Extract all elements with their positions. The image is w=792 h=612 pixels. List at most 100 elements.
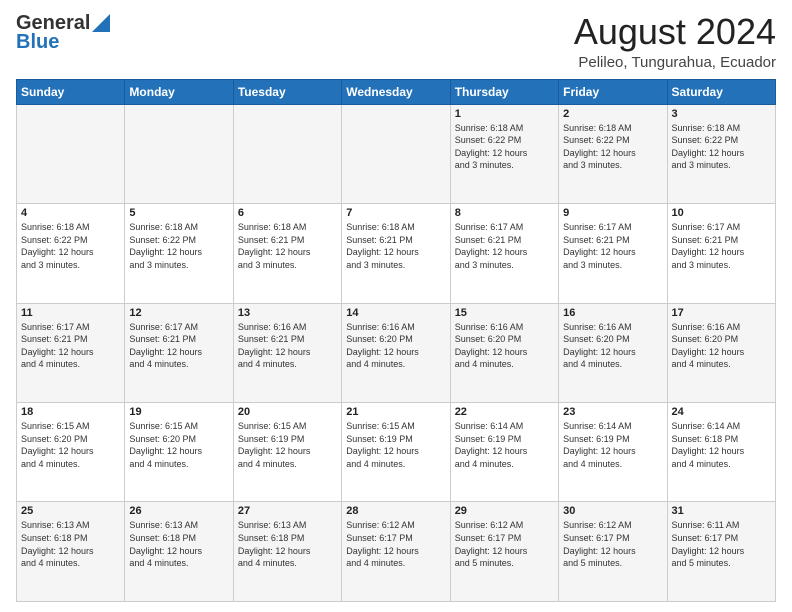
day-info: Sunrise: 6:18 AM Sunset: 6:22 PM Dayligh…	[455, 122, 554, 172]
calendar-cell: 15 Sunrise: 6:16 AM Sunset: 6:20 PM Dayli…	[450, 303, 558, 402]
subtitle: Pelileo, Tungurahua, Ecuador	[574, 54, 776, 71]
day-number: 16	[563, 307, 662, 319]
calendar-cell: 30 Sunrise: 6:12 AM Sunset: 6:17 PM Dayli…	[559, 502, 667, 602]
day-info: Sunrise: 6:14 AM Sunset: 6:19 PM Dayligh…	[563, 420, 662, 470]
calendar-cell: 12 Sunrise: 6:17 AM Sunset: 6:21 PM Dayli…	[125, 303, 233, 402]
calendar-cell: 23 Sunrise: 6:14 AM Sunset: 6:19 PM Dayli…	[559, 403, 667, 502]
col-thursday: Thursday	[450, 79, 558, 104]
day-info: Sunrise: 6:12 AM Sunset: 6:17 PM Dayligh…	[346, 519, 445, 569]
day-info: Sunrise: 6:13 AM Sunset: 6:18 PM Dayligh…	[238, 519, 337, 569]
day-number: 9	[563, 207, 662, 219]
calendar-cell: 2Sunrise: 6:18 AM Sunset: 6:22 PM Daylig…	[559, 104, 667, 203]
calendar-cell: 5Sunrise: 6:18 AM Sunset: 6:22 PM Daylig…	[125, 204, 233, 303]
calendar-cell: 10 Sunrise: 6:17 AM Sunset: 6:21 PM Dayli…	[667, 204, 775, 303]
calendar-cell	[233, 104, 341, 203]
calendar-cell: 29Sunrise: 6:12 AM Sunset: 6:17 PM Dayli…	[450, 502, 558, 602]
day-number: 26	[129, 505, 228, 517]
day-info: Sunrise: 6:18 AM Sunset: 6:22 PM Dayligh…	[672, 122, 771, 172]
calendar-cell: 31 Sunrise: 6:11 AM Sunset: 6:17 PM Dayli…	[667, 502, 775, 602]
day-number: 13	[238, 307, 337, 319]
calendar-cell	[342, 104, 450, 203]
day-info: Sunrise: 6:15 AM Sunset: 6:19 PM Dayligh…	[346, 420, 445, 470]
col-wednesday: Wednesday	[342, 79, 450, 104]
day-info: Sunrise: 6:18 AM Sunset: 6:22 PM Dayligh…	[129, 221, 228, 271]
day-number: 29	[455, 505, 554, 517]
day-number: 28	[346, 505, 445, 517]
day-info: Sunrise: 6:17 AM Sunset: 6:21 PM Dayligh…	[455, 221, 554, 271]
calendar-week-1: 1Sunrise: 6:18 AM Sunset: 6:22 PM Daylig…	[17, 104, 776, 203]
day-number: 4	[21, 207, 120, 219]
calendar-week-3: 11 Sunrise: 6:17 AM Sunset: 6:21 PM Dayli…	[17, 303, 776, 402]
day-number: 10	[672, 207, 771, 219]
day-number: 20	[238, 406, 337, 418]
day-info: Sunrise: 6:11 AM Sunset: 6:17 PM Dayligh…	[672, 519, 771, 569]
day-number: 17	[672, 307, 771, 319]
calendar-cell: 26 Sunrise: 6:13 AM Sunset: 6:18 PM Dayli…	[125, 502, 233, 602]
day-info: Sunrise: 6:16 AM Sunset: 6:20 PM Dayligh…	[455, 321, 554, 371]
calendar-cell: 9Sunrise: 6:17 AM Sunset: 6:21 PM Daylig…	[559, 204, 667, 303]
day-number: 27	[238, 505, 337, 517]
logo-icon	[92, 14, 110, 32]
col-monday: Monday	[125, 79, 233, 104]
day-info: Sunrise: 6:15 AM Sunset: 6:20 PM Dayligh…	[21, 420, 120, 470]
day-info: Sunrise: 6:18 AM Sunset: 6:21 PM Dayligh…	[346, 221, 445, 271]
col-sunday: Sunday	[17, 79, 125, 104]
day-info: Sunrise: 6:16 AM Sunset: 6:21 PM Dayligh…	[238, 321, 337, 371]
day-info: Sunrise: 6:16 AM Sunset: 6:20 PM Dayligh…	[346, 321, 445, 371]
day-info: Sunrise: 6:14 AM Sunset: 6:18 PM Dayligh…	[672, 420, 771, 470]
calendar-header-row: Sunday Monday Tuesday Wednesday Thursday…	[17, 79, 776, 104]
title-area: August 2024 Pelileo, Tungurahua, Ecuador	[574, 12, 776, 71]
calendar: Sunday Monday Tuesday Wednesday Thursday…	[16, 79, 776, 602]
calendar-cell	[125, 104, 233, 203]
calendar-cell: 19 Sunrise: 6:15 AM Sunset: 6:20 PM Dayli…	[125, 403, 233, 502]
calendar-cell: 28 Sunrise: 6:12 AM Sunset: 6:17 PM Dayli…	[342, 502, 450, 602]
calendar-week-2: 4 Sunrise: 6:18 AM Sunset: 6:22 PM Daylig…	[17, 204, 776, 303]
calendar-cell: 14 Sunrise: 6:16 AM Sunset: 6:20 PM Dayli…	[342, 303, 450, 402]
calendar-cell: 22Sunrise: 6:14 AM Sunset: 6:19 PM Dayli…	[450, 403, 558, 502]
day-number: 11	[21, 307, 120, 319]
calendar-cell: 27 Sunrise: 6:13 AM Sunset: 6:18 PM Dayli…	[233, 502, 341, 602]
main-title: August 2024	[574, 12, 776, 52]
day-info: Sunrise: 6:15 AM Sunset: 6:19 PM Dayligh…	[238, 420, 337, 470]
day-info: Sunrise: 6:17 AM Sunset: 6:21 PM Dayligh…	[129, 321, 228, 371]
day-info: Sunrise: 6:17 AM Sunset: 6:21 PM Dayligh…	[672, 221, 771, 271]
calendar-cell: 17 Sunrise: 6:16 AM Sunset: 6:20 PM Dayli…	[667, 303, 775, 402]
calendar-cell: 21 Sunrise: 6:15 AM Sunset: 6:19 PM Dayli…	[342, 403, 450, 502]
day-number: 25	[21, 505, 120, 517]
page: General Blue August 2024 Pelileo, Tungur…	[0, 0, 792, 612]
day-info: Sunrise: 6:15 AM Sunset: 6:20 PM Dayligh…	[129, 420, 228, 470]
day-number: 22	[455, 406, 554, 418]
day-info: Sunrise: 6:12 AM Sunset: 6:17 PM Dayligh…	[563, 519, 662, 569]
col-friday: Friday	[559, 79, 667, 104]
day-number: 2	[563, 108, 662, 120]
day-info: Sunrise: 6:17 AM Sunset: 6:21 PM Dayligh…	[21, 321, 120, 371]
calendar-cell: 4Sunrise: 6:18 AM Sunset: 6:22 PM Daylig…	[17, 204, 125, 303]
day-number: 31	[672, 505, 771, 517]
calendar-cell: 1Sunrise: 6:18 AM Sunset: 6:22 PM Daylig…	[450, 104, 558, 203]
day-number: 12	[129, 307, 228, 319]
day-number: 15	[455, 307, 554, 319]
day-info: Sunrise: 6:16 AM Sunset: 6:20 PM Dayligh…	[672, 321, 771, 371]
day-number: 14	[346, 307, 445, 319]
day-info: Sunrise: 6:13 AM Sunset: 6:18 PM Dayligh…	[21, 519, 120, 569]
calendar-week-5: 25 Sunrise: 6:13 AM Sunset: 6:18 PM Dayli…	[17, 502, 776, 602]
header: General Blue August 2024 Pelileo, Tungur…	[16, 12, 776, 71]
calendar-cell	[17, 104, 125, 203]
day-number: 7	[346, 207, 445, 219]
col-tuesday: Tuesday	[233, 79, 341, 104]
day-info: Sunrise: 6:13 AM Sunset: 6:18 PM Dayligh…	[129, 519, 228, 569]
logo-blue-text: Blue	[16, 31, 59, 54]
calendar-cell: 20 Sunrise: 6:15 AM Sunset: 6:19 PM Dayli…	[233, 403, 341, 502]
day-number: 3	[672, 108, 771, 120]
calendar-cell: 25 Sunrise: 6:13 AM Sunset: 6:18 PM Dayli…	[17, 502, 125, 602]
day-number: 21	[346, 406, 445, 418]
day-number: 30	[563, 505, 662, 517]
day-number: 23	[563, 406, 662, 418]
day-info: Sunrise: 6:18 AM Sunset: 6:21 PM Dayligh…	[238, 221, 337, 271]
logo: General Blue	[16, 12, 110, 54]
calendar-cell: 7 Sunrise: 6:18 AM Sunset: 6:21 PM Daylig…	[342, 204, 450, 303]
day-number: 19	[129, 406, 228, 418]
calendar-cell: 3 Sunrise: 6:18 AM Sunset: 6:22 PM Daylig…	[667, 104, 775, 203]
day-number: 24	[672, 406, 771, 418]
col-saturday: Saturday	[667, 79, 775, 104]
